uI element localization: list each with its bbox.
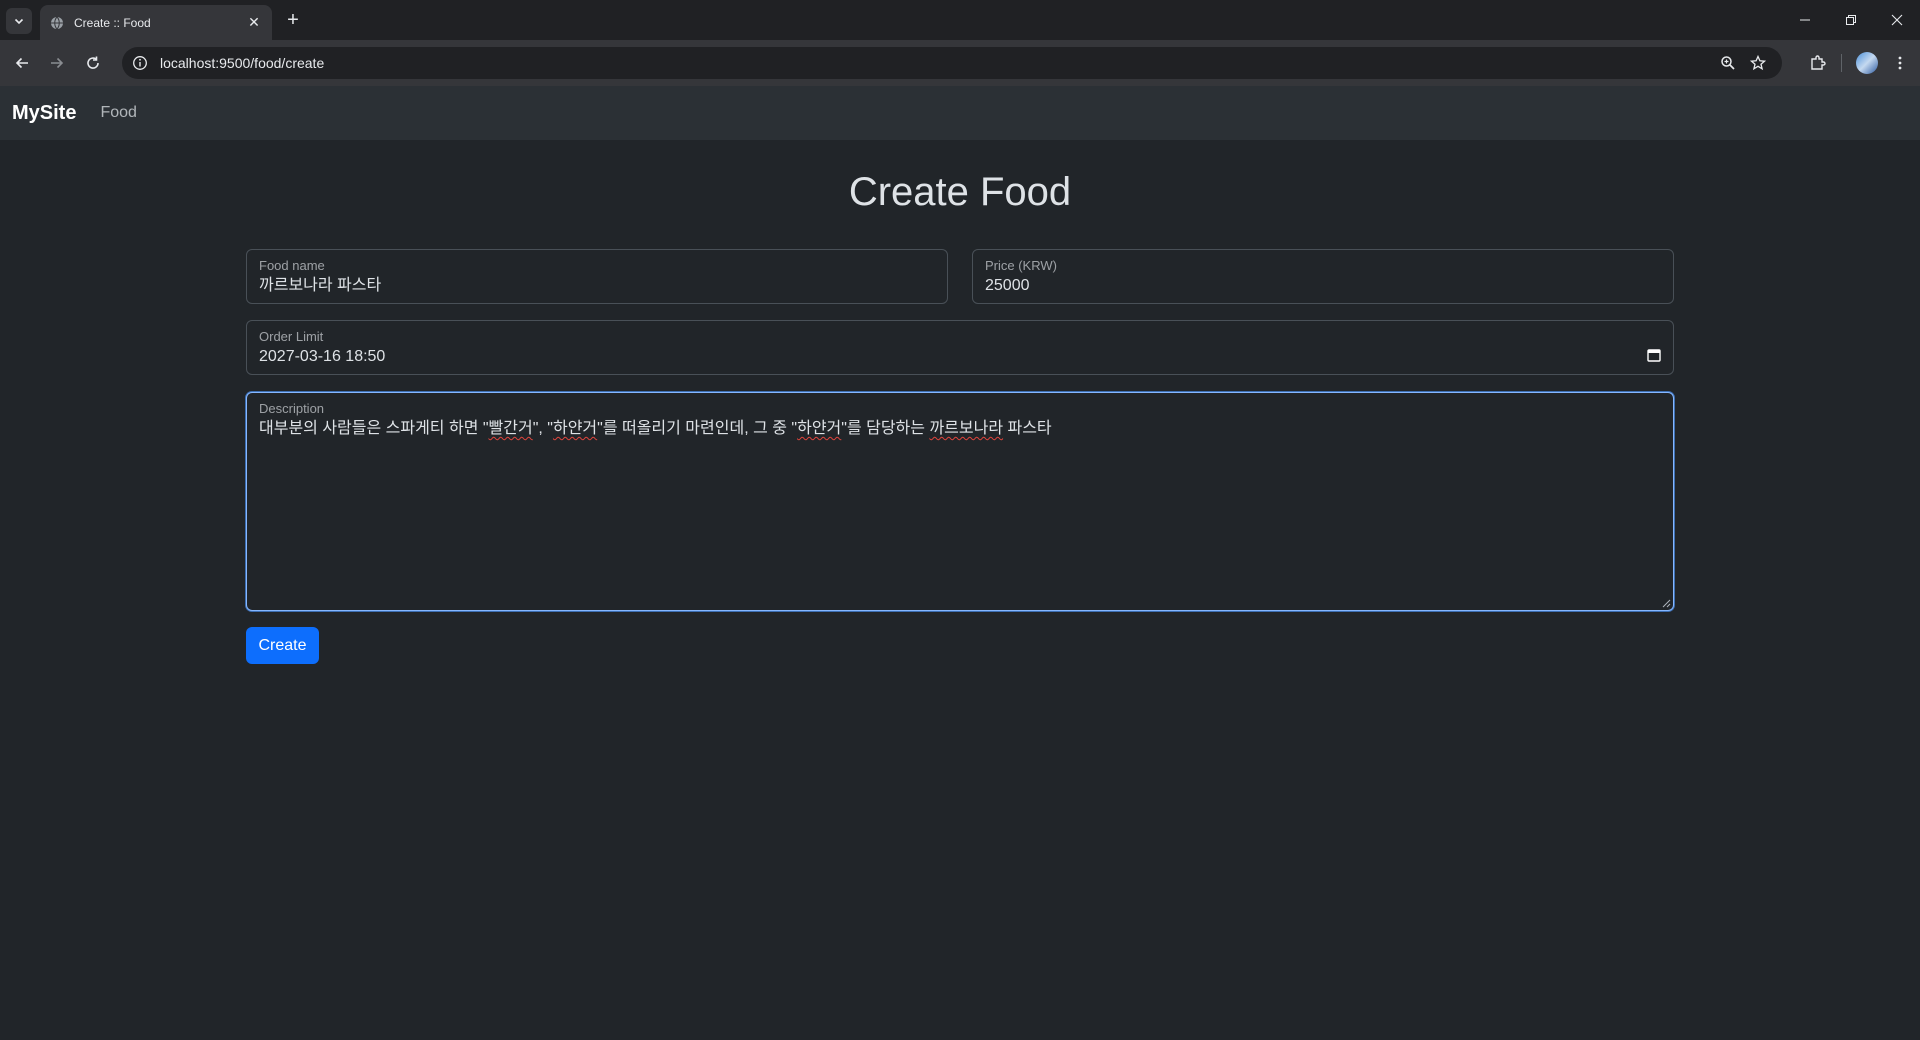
- navbar-brand[interactable]: MySite: [12, 102, 76, 125]
- close-icon: [1891, 14, 1903, 26]
- info-icon[interactable]: [132, 55, 148, 71]
- nav-link-food[interactable]: Food: [100, 104, 136, 122]
- description-textarea[interactable]: 대부분의 사람들은 스파게티 하면 "빨간거", "하얀거"를 떠올리기 마련인…: [259, 418, 1661, 440]
- tab-title: Create :: Food: [74, 15, 151, 30]
- toolbar-separator: [1841, 54, 1842, 72]
- arrow-left-icon: [15, 57, 28, 69]
- address-bar[interactable]: localhost:9500/food/create: [122, 47, 1782, 79]
- price-label: Price (KRW): [985, 258, 1057, 273]
- profile-avatar[interactable]: [1856, 52, 1878, 74]
- reload-button[interactable]: [80, 50, 106, 76]
- order-limit-field[interactable]: Order Limit 2027-03-16 18:50: [246, 320, 1674, 375]
- back-button[interactable]: [9, 50, 35, 76]
- arrow-right-icon: [51, 57, 64, 69]
- minimize-icon: [1800, 19, 1810, 21]
- create-button[interactable]: Create: [246, 627, 319, 664]
- restore-button[interactable]: [1828, 6, 1874, 34]
- close-window-button[interactable]: [1874, 6, 1920, 34]
- order-limit-input[interactable]: 2027-03-16 18:50: [259, 346, 1661, 368]
- more-vert-icon[interactable]: [1892, 55, 1908, 71]
- tab-search-button[interactable]: [6, 8, 32, 34]
- close-tab-icon[interactable]: ✕: [246, 14, 262, 31]
- food-name-input[interactable]: 까르보나라 파스타: [259, 275, 935, 297]
- globe-icon: [51, 16, 63, 29]
- forward-button[interactable]: [44, 50, 70, 76]
- price-input[interactable]: 25000: [985, 275, 1661, 297]
- order-limit-label: Order Limit: [259, 329, 324, 344]
- page-title: Create Food: [848, 170, 1072, 214]
- zoom-icon[interactable]: [1720, 55, 1736, 71]
- description-field[interactable]: Description 대부분의 사람들은 스파게티 하면 "빨간거", "하얀…: [246, 392, 1674, 611]
- calendar-icon[interactable]: [1647, 348, 1661, 362]
- star-icon[interactable]: [1750, 55, 1766, 71]
- resize-handle-icon[interactable]: [1662, 599, 1671, 608]
- food-name-field[interactable]: Food name 까르보나라 파스타: [246, 249, 948, 304]
- browser-tabstrip: Create :: Food ✕ +: [0, 0, 1920, 40]
- restore-icon: [1846, 15, 1856, 25]
- chevron-down-icon: [14, 18, 24, 25]
- minimize-button[interactable]: [1782, 6, 1828, 34]
- new-tab-button[interactable]: +: [282, 9, 304, 31]
- site-navbar: MySite Food: [0, 86, 1920, 140]
- price-field[interactable]: Price (KRW) 25000: [972, 249, 1674, 304]
- browser-toolbar: localhost:9500/food/create: [0, 40, 1920, 86]
- browser-tab-active[interactable]: Create :: Food ✕: [40, 5, 272, 40]
- toolbar-actions: [1809, 49, 1908, 77]
- extensions-icon[interactable]: [1809, 54, 1827, 72]
- description-label: Description: [259, 401, 325, 416]
- reload-icon: [87, 56, 99, 69]
- food-name-label: Food name: [259, 258, 325, 273]
- url-text: localhost:9500/food/create: [160, 55, 325, 71]
